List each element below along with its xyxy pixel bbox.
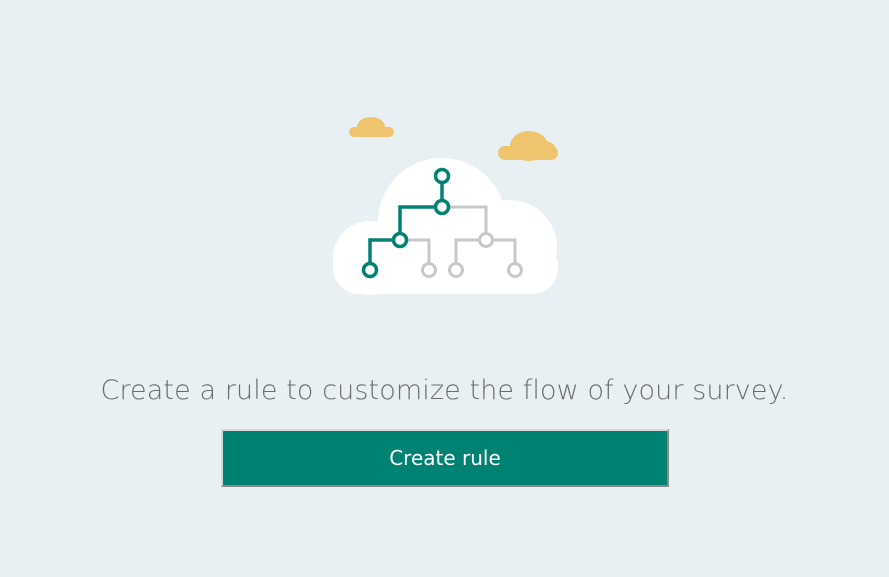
inactive-node-icons [421,232,523,278]
empty-state-illustration [333,117,558,295]
active-node-icons [361,167,451,279]
small-cloud-left-icon [349,117,394,137]
active-branch-lines [368,176,444,270]
create-rule-button[interactable]: Create rule [221,429,669,487]
small-cloud-right-icon [498,131,558,161]
inactive-branch-lines [400,205,517,270]
empty-state-message: Create a rule to customize the flow of y… [100,375,789,406]
cloud-icon [333,158,558,295]
